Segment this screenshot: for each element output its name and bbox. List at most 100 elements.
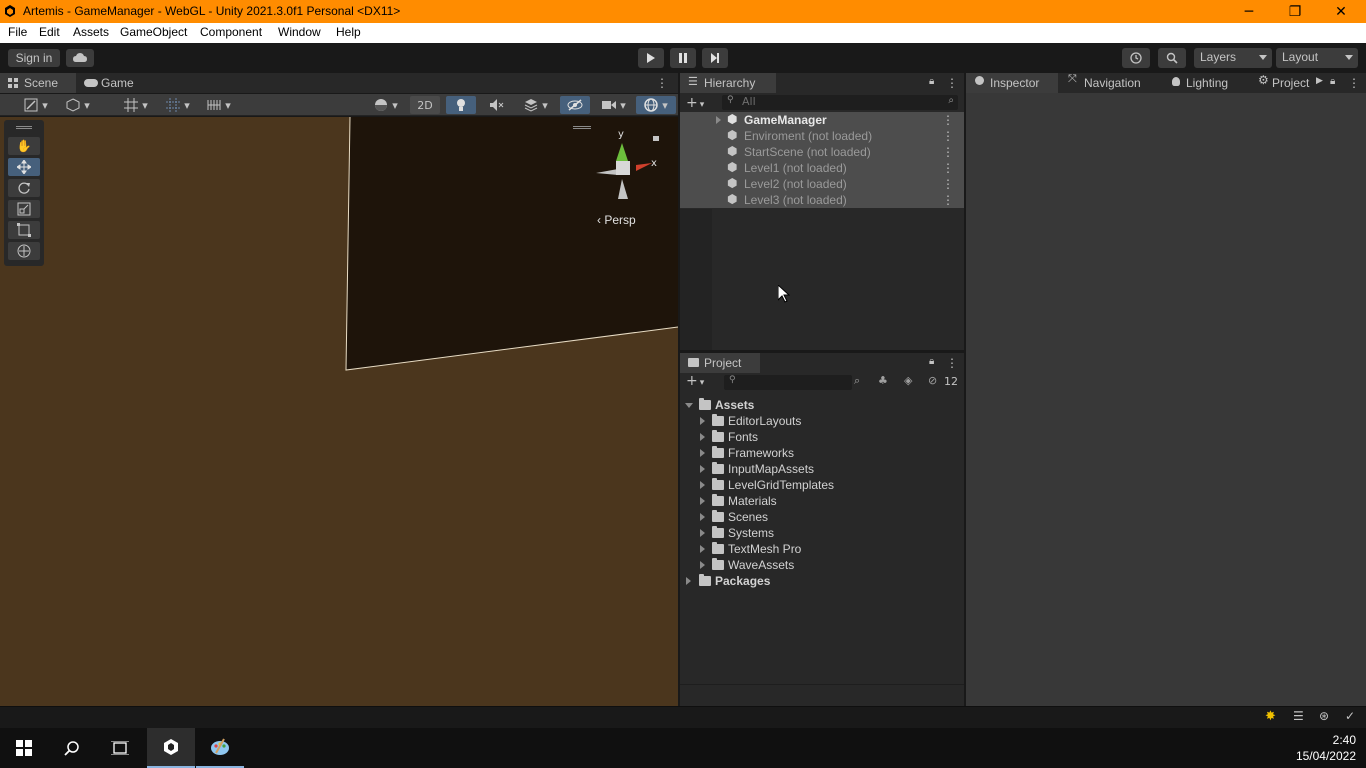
project-folder-row[interactable]: Fonts — [680, 429, 964, 445]
history-button[interactable] — [1122, 48, 1150, 68]
hidden-packages-icon[interactable]: ⊘ — [928, 374, 937, 387]
collab-status-icon[interactable]: ✓ — [1345, 709, 1355, 723]
project-folder-row[interactable]: InputMapAssets — [680, 461, 964, 477]
layout-dropdown[interactable]: Layout — [1276, 48, 1358, 68]
menu-help[interactable]: Help — [336, 25, 361, 39]
tab-scene[interactable]: Scene — [0, 73, 76, 93]
expand-arrow-icon[interactable] — [700, 545, 705, 553]
project-folder-row[interactable]: TextMesh Pro — [680, 541, 964, 557]
inspector-menu-icon[interactable]: ⋮ — [1348, 76, 1360, 90]
search-by-type-icon[interactable]: ⌕ — [854, 374, 860, 388]
play-button[interactable] — [638, 48, 664, 68]
divider[interactable] — [678, 73, 680, 706]
collapse-arrow-icon[interactable] — [685, 403, 693, 408]
expand-arrow-icon[interactable] — [686, 577, 691, 585]
menu-file[interactable]: File — [8, 25, 27, 39]
lock-icon[interactable]: 🔒︎ — [929, 356, 934, 367]
expand-arrow-icon[interactable] — [700, 497, 705, 505]
orientation-gizmo[interactable] — [588, 129, 668, 209]
tab-game[interactable]: Game — [80, 73, 150, 93]
overlay-handle[interactable] — [573, 126, 591, 129]
project-folder-row[interactable]: Materials — [680, 493, 964, 509]
taskbar-search-button[interactable] — [48, 728, 96, 768]
row-menu-icon[interactable]: ⋮ — [942, 161, 954, 175]
tab-project[interactable]: Project — [680, 353, 760, 373]
project-folder-row[interactable]: Frameworks — [680, 445, 964, 461]
tab-inspector[interactable]: Inspector — [966, 73, 1058, 93]
tab-hierarchy[interactable]: ☰ Hierarchy — [680, 73, 776, 93]
row-menu-icon[interactable]: ⋮ — [942, 145, 954, 159]
menu-window[interactable]: Window — [278, 25, 321, 39]
rect-tool-button[interactable] — [8, 221, 40, 239]
row-menu-icon[interactable]: ⋮ — [942, 129, 954, 143]
palette-handle[interactable] — [16, 126, 32, 129]
hierarchy-menu-icon[interactable]: ⋮ — [946, 76, 958, 90]
expand-arrow-icon[interactable] — [700, 449, 705, 457]
minimize-button[interactable]: ─ — [1226, 0, 1272, 23]
scale-tool-button[interactable] — [8, 200, 40, 218]
project-folder-row[interactable]: EditorLayouts — [680, 413, 964, 429]
increment-snap-dropdown[interactable]: ▾ — [200, 96, 238, 114]
shading-dropdown[interactable]: ▾ — [18, 96, 54, 114]
layers-dropdown[interactable]: Layers — [1194, 48, 1272, 68]
lighting-toggle[interactable] — [446, 96, 476, 114]
row-menu-icon[interactable]: ⋮ — [942, 193, 954, 207]
hierarchy-row[interactable]: ⬢ Level3 (not loaded) ⋮ — [680, 192, 964, 208]
system-clock[interactable]: 2:40 15/04/2022 — [1296, 732, 1356, 764]
project-folder-row[interactable]: Systems — [680, 525, 964, 541]
filter-by-label-icon[interactable]: ◈ — [904, 374, 912, 387]
sign-in-button[interactable]: Sign in — [8, 49, 60, 67]
row-menu-icon[interactable]: ⋮ — [942, 177, 954, 191]
expand-arrow-icon[interactable] — [700, 433, 705, 441]
pause-button[interactable] — [670, 48, 696, 68]
gizmos-dropdown[interactable]: ▾ — [636, 96, 676, 114]
camera-dropdown[interactable]: ▾ — [596, 96, 632, 114]
lighting-bake-icon[interactable]: ✸ — [1265, 709, 1276, 724]
lock-icon[interactable]: 🔒︎ — [929, 76, 934, 87]
grid-snap-dropdown[interactable]: ▾ — [118, 96, 154, 114]
grid-visibility-dropdown[interactable]: ▾ — [160, 96, 196, 114]
tab-project-settings[interactable]: ⚙ Project — [1252, 73, 1314, 93]
expand-arrow-icon[interactable] — [700, 529, 705, 537]
expand-arrow-icon[interactable] — [700, 481, 705, 489]
menu-assets[interactable]: Assets — [73, 25, 109, 39]
debug-mode-icon[interactable]: ⊛ — [1319, 709, 1329, 723]
project-folder-row[interactable]: LevelGridTemplates — [680, 477, 964, 493]
scene-viewport[interactable]: y x ‹ Persp — [0, 117, 678, 706]
project-folder-row[interactable]: Assets — [680, 397, 964, 413]
maximize-button[interactable]: ❐ — [1272, 0, 1318, 23]
expand-arrow-icon[interactable] — [700, 417, 705, 425]
project-search-input[interactable]: ⚲ — [724, 375, 852, 390]
transform-tool-button[interactable] — [8, 242, 40, 260]
effects-dropdown[interactable]: ▾ — [516, 96, 556, 114]
close-button[interactable]: ✕ — [1318, 0, 1364, 23]
menu-component[interactable]: Component — [200, 25, 262, 39]
filter-by-type-icon[interactable]: ♣ — [878, 374, 888, 387]
render-mode-dropdown[interactable]: ▾ — [366, 96, 406, 114]
project-folder-row[interactable]: Scenes — [680, 509, 964, 525]
taskbar-paint-button[interactable] — [196, 728, 244, 768]
audio-toggle[interactable] — [482, 96, 512, 114]
expand-arrow-icon[interactable] — [700, 561, 705, 569]
search-button[interactable] — [1158, 48, 1186, 68]
start-button[interactable] — [0, 728, 48, 768]
task-view-button[interactable] — [96, 728, 144, 768]
expand-arrow-icon[interactable] — [716, 116, 721, 124]
search-options-icon[interactable]: ⌕ — [948, 95, 954, 106]
rotate-tool-button[interactable] — [8, 179, 40, 197]
tab-scroll-right-icon[interactable]: ▶ — [1316, 76, 1323, 86]
project-menu-icon[interactable]: ⋮ — [946, 356, 958, 370]
hierarchy-row[interactable]: ⬢ Enviroment (not loaded) ⋮ — [680, 128, 964, 144]
persp-label[interactable]: ‹ Persp — [597, 213, 636, 227]
scene-panel-menu-icon[interactable]: ⋮ — [656, 76, 668, 90]
menu-gameobject[interactable]: GameObject — [120, 25, 187, 39]
hand-tool-button[interactable]: ✋ — [8, 137, 40, 155]
expand-arrow-icon[interactable] — [700, 513, 705, 521]
project-folder-row[interactable]: Packages — [680, 573, 964, 589]
step-button[interactable] — [702, 48, 728, 68]
lock-icon[interactable]: 🔒︎ — [1330, 76, 1335, 87]
tab-navigation[interactable]: ⤧ Navigation — [1062, 73, 1160, 93]
cloud-button[interactable] — [66, 49, 94, 67]
menu-edit[interactable]: Edit — [39, 25, 60, 39]
hierarchy-search[interactable]: ⚲ All ⌕ — [722, 95, 958, 110]
